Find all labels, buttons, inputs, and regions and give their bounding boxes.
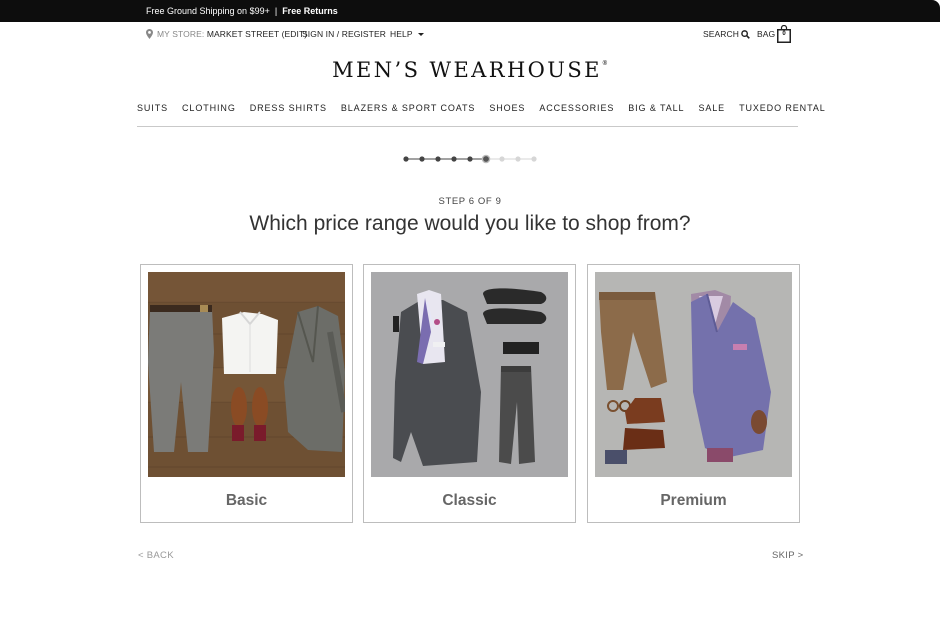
- bag-button[interactable]: 0: [777, 25, 791, 43]
- basic-outfit-photo: [148, 272, 345, 477]
- nav-accessories[interactable]: ACCESSORIES: [539, 103, 614, 126]
- search-button[interactable]: SEARCH: [703, 29, 750, 39]
- signin-register-link[interactable]: SIGN IN / REGISTER: [302, 29, 386, 39]
- option-card-basic[interactable]: Basic: [140, 264, 353, 523]
- logo-registered: ®: [601, 60, 608, 67]
- premium-outfit-photo: [595, 272, 792, 477]
- nav-sale[interactable]: SALE: [698, 103, 725, 126]
- option-card-classic[interactable]: Classic: [363, 264, 576, 523]
- back-link[interactable]: < BACK: [138, 550, 174, 561]
- option-card-premium[interactable]: Premium: [587, 264, 800, 523]
- map-pin-icon: [146, 29, 153, 39]
- progress-dots: [403, 154, 537, 164]
- question-heading: Which price range would you like to shop…: [249, 212, 691, 235]
- progress-dot-pending: [499, 156, 505, 162]
- progress-dot-complete: [451, 156, 457, 162]
- skip-link[interactable]: SKIP >: [772, 550, 803, 561]
- nav-dress-shirts[interactable]: DRESS SHIRTS: [250, 103, 327, 126]
- classic-outfit-photo: [371, 272, 568, 477]
- option-label-premium: Premium: [660, 492, 727, 509]
- progress-dot-complete: [403, 156, 409, 162]
- my-store-link[interactable]: MY STORE: MARKET STREET (EDIT): [146, 29, 307, 39]
- progress-dot-current: [481, 154, 491, 164]
- nav-suits[interactable]: SUITS: [137, 103, 168, 126]
- bag-label[interactable]: BAG: [757, 29, 775, 39]
- promo-separator: |: [274, 6, 278, 16]
- help-menu[interactable]: HELP: [390, 29, 424, 39]
- progress-dot-pending: [515, 156, 521, 162]
- quiz-progress: [402, 153, 538, 165]
- caret-down-icon: [417, 33, 424, 36]
- nav-clothing[interactable]: CLOTHING: [182, 103, 236, 126]
- brand-logo[interactable]: MEN’S WEARHOUSE®: [0, 58, 940, 82]
- nav-blazers-sport-coats[interactable]: BLAZERS & SPORT COATS: [341, 103, 475, 126]
- store-prefix: MY STORE:: [157, 29, 205, 39]
- search-label: SEARCH: [703, 29, 740, 39]
- main-nav: SUITS CLOTHING DRESS SHIRTS BLAZERS & SP…: [137, 103, 825, 127]
- nav-big-tall[interactable]: BIG & TALL: [628, 103, 684, 126]
- option-label-classic: Classic: [442, 492, 497, 509]
- search-icon: [741, 30, 750, 39]
- step-label: STEP 6 OF 9: [438, 196, 502, 207]
- store-name: MARKET STREET (EDIT): [206, 29, 308, 39]
- help-label: HELP: [390, 29, 413, 39]
- promo-shipping: Free Ground Shipping on $99+: [146, 6, 270, 16]
- logo-text: MEN’S WEARHOUSE: [332, 58, 602, 82]
- progress-dot-complete: [419, 156, 425, 162]
- progress-dot-pending: [531, 156, 537, 162]
- nav-shoes[interactable]: SHOES: [489, 103, 525, 126]
- promo-returns: Free Returns: [282, 6, 338, 16]
- nav-tuxedo-rental[interactable]: TUXEDO RENTAL: [739, 103, 826, 126]
- option-label-basic: Basic: [225, 492, 268, 509]
- bag-count: 0: [782, 31, 786, 37]
- progress-dot-complete: [467, 156, 473, 162]
- progress-dot-complete: [435, 156, 441, 162]
- promo-bar: Free Ground Shipping on $99+ | Free Return…: [0, 0, 940, 22]
